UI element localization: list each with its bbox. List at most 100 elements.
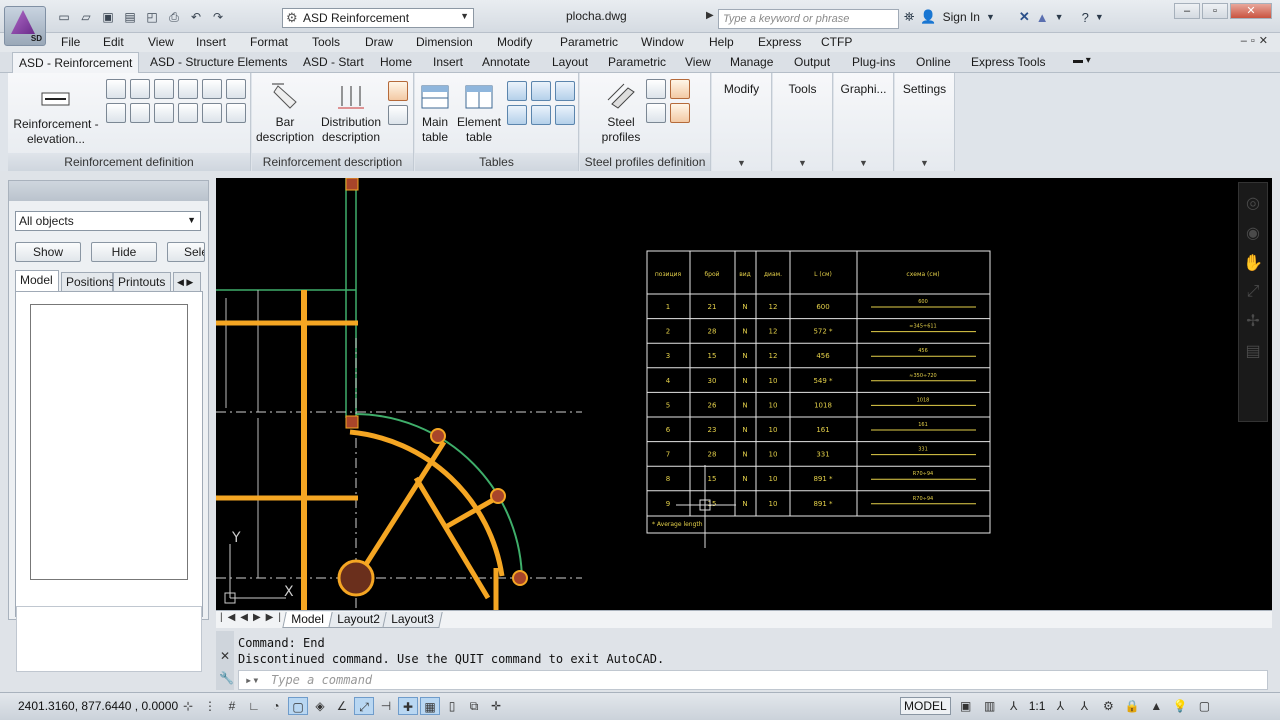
model-space-button[interactable]: MODEL [900,697,951,715]
customize-icon[interactable]: 🔧 [219,671,234,685]
table-insert-icon[interactable] [507,81,527,101]
dynamic-input-icon[interactable]: ⊣ [376,697,396,715]
close-button[interactable]: ✕ [1230,3,1272,19]
zoom-icon[interactable]: ⤢ [1239,283,1267,301]
menu-window[interactable]: Window [641,35,684,49]
annotation-visibility-icon[interactable]: ⅄ [1051,697,1069,715]
quick-view-drawings-icon[interactable]: ▥ [981,697,999,715]
hide-button[interactable]: Hide [91,242,157,262]
workspace-dropdown[interactable]: ⚙ ASD Reinforcement ▼ [282,8,474,28]
rebar-mesh-icon[interactable] [130,79,150,99]
undo-icon[interactable]: ↶ [186,8,206,26]
rebar-hook-icon[interactable] [226,79,246,99]
main-table-button[interactable]: Main table [417,81,453,145]
menu-help[interactable]: Help [709,35,734,49]
lock-ui-icon[interactable]: 🔒 [1123,697,1141,715]
menu-draw[interactable]: Draw [365,35,393,49]
rebar-column-icon[interactable] [202,103,222,123]
menu-insert[interactable]: Insert [196,35,226,49]
allow-ucs-icon[interactable]: ⤢ [354,697,374,715]
object-filter-dropdown[interactable]: All objects ▼ [15,211,201,231]
select-button[interactable]: Sele [167,242,205,262]
save-icon[interactable]: ▣ [98,8,118,26]
coordinate-readout[interactable]: 2401.3160, 877.6440 , 0.0000 [18,699,178,713]
minimize-button[interactable]: – [1174,3,1200,19]
tab-annotate[interactable]: Annotate [482,55,530,69]
table-edit-icon[interactable] [555,105,575,125]
rebar-distribution-icon[interactable] [106,103,126,123]
tab-parametric[interactable]: Parametric [608,55,666,69]
tab-scroll-arrows[interactable]: ◀ ▶ [173,272,201,292]
quick-properties-icon[interactable]: ▯ [442,697,462,715]
object-snap-tracking-icon[interactable]: ∠ [332,697,352,715]
tab-model[interactable]: Model [15,270,59,292]
dimension-tag-icon[interactable] [388,81,408,101]
auto-scale-icon[interactable]: ⅄ [1075,697,1093,715]
steel-profiles-button[interactable]: Steel profiles [590,81,652,145]
tab-manage[interactable]: Manage [730,55,773,69]
menu-parametric[interactable]: Parametric [560,35,618,49]
tab-online[interactable]: Online [916,55,951,69]
search-expand-icon[interactable]: ▶ [706,10,714,21]
tab-positions[interactable]: Positions [61,272,115,292]
palette-title-bar[interactable] [9,181,208,201]
tab-insert[interactable]: Insert [433,55,463,69]
menu-dimension[interactable]: Dimension [416,35,473,49]
rebar-grid-icon[interactable] [226,103,246,123]
menu-edit[interactable]: Edit [103,35,124,49]
rebar-frame-icon[interactable] [154,103,174,123]
panel-modify-dropdown[interactable]: Modify ▼ [712,73,772,171]
panel-settings-dropdown[interactable]: Settings ▼ [895,73,955,171]
chevron-down-icon[interactable]: ▼ [1095,12,1104,22]
tab-output[interactable]: Output [794,55,830,69]
showmotion-icon[interactable]: ✢ [1239,311,1267,331]
menu-express[interactable]: Express [758,35,801,49]
ortho-mode-icon[interactable]: ∟ [244,697,264,715]
menu-file[interactable]: File [61,35,80,49]
table-check-icon[interactable] [531,105,551,125]
binoculars-icon[interactable]: ⛯ [904,9,914,25]
profile-cut-icon[interactable] [646,103,666,123]
close-icon[interactable]: ✕ [220,649,230,663]
tab-layout[interactable]: Layout [552,55,588,69]
mdi-window-controls[interactable]: –▫✕ [1241,34,1272,47]
table-refresh-icon[interactable] [555,81,575,101]
tab-asd-reinforcement[interactable]: ASD - Reinforcement [12,52,140,73]
clean-screen-icon[interactable]: ▢ [1195,697,1213,715]
application-menu-button[interactable]: SD [4,6,46,46]
snap-mode-icon[interactable]: ⋮ [200,697,220,715]
rebar-bend-icon[interactable] [154,79,174,99]
panel-graphics-dropdown[interactable]: Graphi... ▼ [834,73,894,171]
ribbon-minimize-toggle[interactable]: ▬ ▾ [1073,55,1091,66]
reinforcement-elevation-button[interactable]: Reinforcement - elevation... [10,83,102,147]
rebar-arc-icon[interactable] [130,103,150,123]
rebar-layer-icon[interactable] [202,79,222,99]
show-button[interactable]: Show [15,242,81,262]
maximize-button[interactable]: ▫ [1202,3,1228,19]
annotation-scale-icon[interactable]: ⅄ [1005,697,1023,715]
open-folder-icon[interactable]: ▱ [76,8,96,26]
exchange-icon[interactable]: ✕ [1019,9,1030,25]
quick-view-layouts-icon[interactable]: ▣ [957,697,975,715]
menu-modify[interactable]: Modify [497,35,532,49]
hardware-acceleration-icon[interactable]: ▲ [1147,697,1165,715]
tab-asd-start[interactable]: ASD - Start [303,55,364,69]
menu-format[interactable]: Format [250,35,288,49]
tab-home[interactable]: Home [380,55,412,69]
annotation-monitor-icon[interactable]: ✛ [486,697,506,715]
layout-tab-layout3[interactable]: Layout3 [382,612,443,628]
redo-icon[interactable]: ↷ [208,8,228,26]
view-icon[interactable]: ▤ [1239,341,1267,361]
user-icon[interactable]: 👤 [920,9,936,25]
profile-delete-icon[interactable] [670,103,690,123]
panel-tools-dropdown[interactable]: Tools ▼ [773,73,833,171]
rebar-edit-icon[interactable] [178,103,198,123]
search-input[interactable]: Type a keyword or phrase [718,9,899,29]
infer-constraints-icon[interactable]: ⊹ [178,697,198,715]
profile-draw-icon[interactable] [646,79,666,99]
tab-asd-structure-elements[interactable]: ASD - Structure Elements [150,55,287,69]
publish-icon[interactable]: ◰ [142,8,162,26]
help-icon[interactable]: ? [1082,10,1089,25]
command-input[interactable]: ▸▾ Type a command [238,670,1268,690]
tab-view[interactable]: View [685,55,711,69]
